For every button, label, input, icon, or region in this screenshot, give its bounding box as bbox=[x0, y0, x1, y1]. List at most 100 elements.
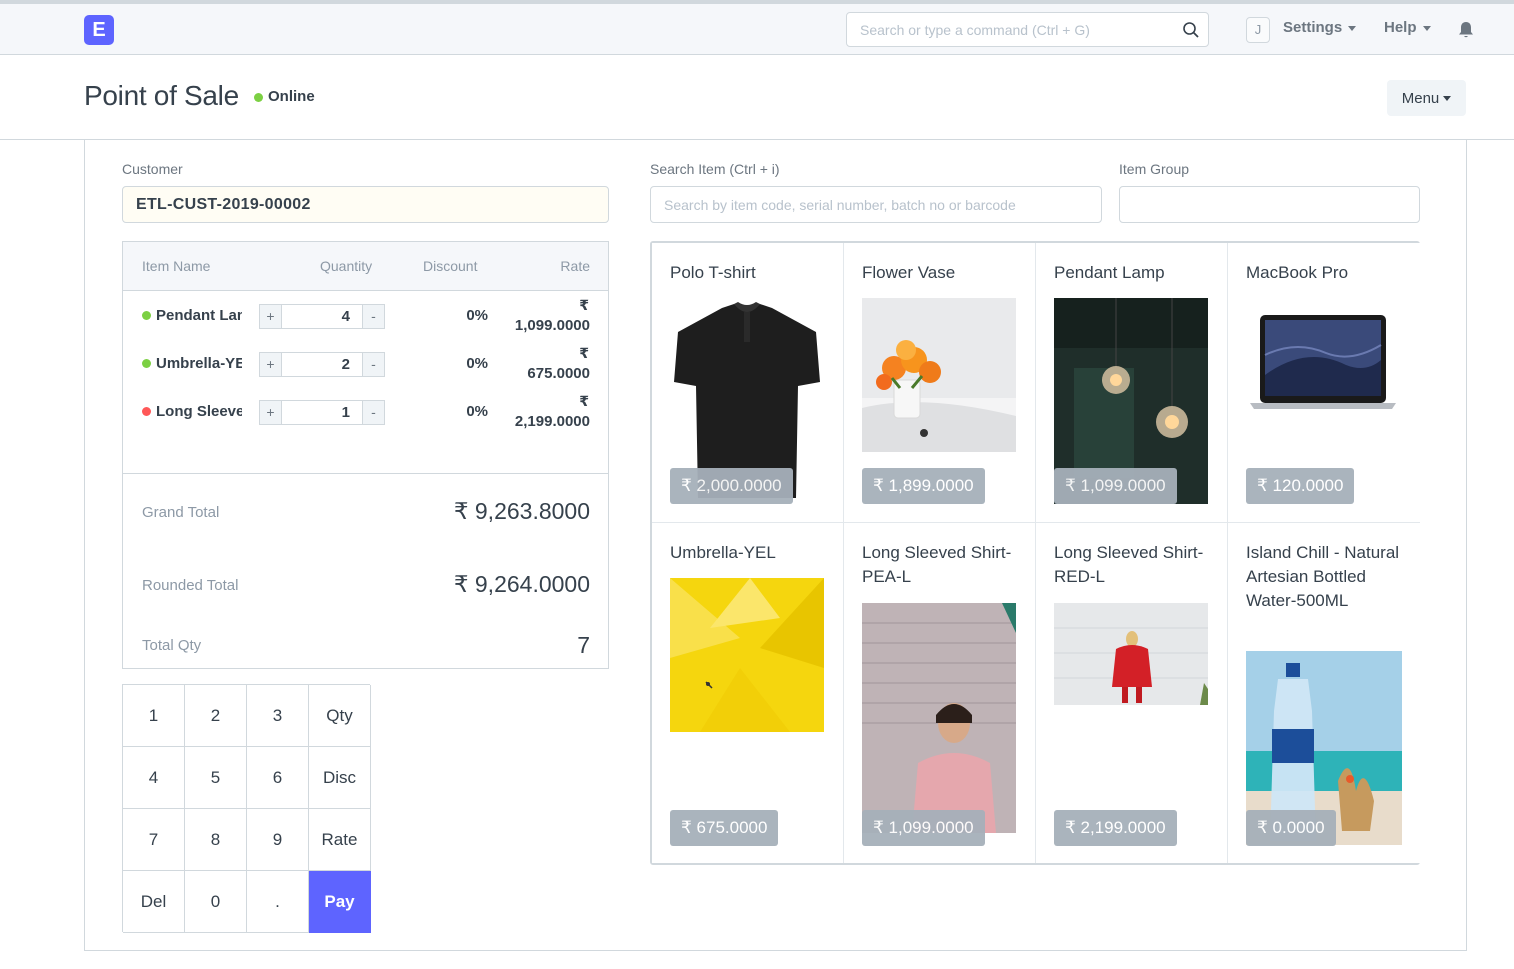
item-card[interactable]: Long Sleeved Shirt-RED-L ₹ 2,199.0000 bbox=[1036, 523, 1228, 863]
numpad-key-qty[interactable]: Qty bbox=[309, 685, 371, 747]
item-card[interactable]: Long Sleeved Shirt-PEA-L ₹ 1,099.0000 bbox=[844, 523, 1036, 863]
stock-status-dot bbox=[142, 311, 151, 320]
navbar: E J Settings Help bbox=[0, 0, 1514, 55]
cart-item-name: Umbrella-YEL bbox=[156, 355, 242, 372]
page-head: Point of Sale Online Menu bbox=[0, 55, 1514, 140]
cart-item-discount: 0% bbox=[466, 355, 488, 372]
cart-row[interactable]: Pendant Lamp + 4 - 0% ₹ 1,099.0000 bbox=[123, 292, 608, 340]
numpad-key-1[interactable]: 1 bbox=[123, 685, 185, 747]
currency-symbol: ₹ bbox=[579, 297, 589, 313]
settings-dropdown[interactable]: Settings bbox=[1283, 19, 1357, 36]
customer-field[interactable]: ETL-CUST-2019-00002 bbox=[122, 186, 609, 223]
macbook-pro-image bbox=[1250, 315, 1396, 409]
numpad-key-rate[interactable]: Rate bbox=[309, 809, 371, 871]
help-label: Help bbox=[1384, 19, 1417, 36]
item-price-badge: ₹ 1,099.0000 bbox=[1054, 468, 1177, 504]
cart: Item Name Quantity Discount Rate Pendant… bbox=[122, 241, 609, 669]
awesomebar-input[interactable] bbox=[847, 13, 1167, 46]
item-card[interactable]: Flower Vase ₹ 1,899.0000 bbox=[844, 243, 1036, 523]
numpad-key-5[interactable]: 5 bbox=[185, 747, 247, 809]
currency-symbol: ₹ bbox=[579, 345, 589, 361]
increment-button[interactable]: + bbox=[259, 304, 282, 329]
numpad-key-2[interactable]: 2 bbox=[185, 685, 247, 747]
rounded-total-label: Rounded Total bbox=[142, 577, 239, 594]
item-price-badge: ₹ 1,899.0000 bbox=[862, 468, 985, 504]
column-item-name: Item Name bbox=[142, 258, 211, 274]
item-name: Long Sleeved Shirt-PEA-L bbox=[862, 543, 1012, 586]
item-price-badge: ₹ 675.0000 bbox=[670, 810, 779, 846]
online-status-dot bbox=[254, 93, 263, 102]
stock-status-dot bbox=[142, 407, 151, 416]
numpad-key-6[interactable]: 6 bbox=[247, 747, 309, 809]
numpad: 1 2 3 Qty 4 5 6 Disc 7 8 9 Rate Del 0 . … bbox=[122, 684, 371, 933]
decrement-button[interactable]: - bbox=[362, 400, 385, 425]
item-price-badge: ₹ 2,199.0000 bbox=[1054, 810, 1177, 846]
user-avatar[interactable]: J bbox=[1246, 17, 1270, 43]
numpad-key-disc[interactable]: Disc bbox=[309, 747, 371, 809]
settings-label: Settings bbox=[1283, 19, 1343, 36]
page-title: Point of Sale bbox=[84, 80, 239, 111]
item-name: Pendant Lamp bbox=[1054, 263, 1165, 282]
numpad-key-8[interactable]: 8 bbox=[185, 809, 247, 871]
column-rate: Rate bbox=[560, 258, 590, 274]
cart-item-discount: 0% bbox=[466, 307, 488, 324]
customer-label: Customer bbox=[122, 161, 183, 177]
quantity-stepper: + 1 - bbox=[259, 400, 385, 425]
cart-row[interactable]: Umbrella-YEL + 2 - 0% ₹ 675.0000 bbox=[123, 340, 608, 388]
cart-row[interactable]: Long Sleeved Shirt-RED-L + 1 - 0% ₹ 2,19… bbox=[123, 388, 608, 436]
cart-item-rate: 675.0000 bbox=[527, 365, 590, 382]
grand-total-value: ₹ 9,263.8000 bbox=[453, 498, 590, 524]
grand-total-label: Grand Total bbox=[142, 504, 220, 521]
search-icon[interactable] bbox=[1182, 21, 1200, 39]
item-search-input[interactable] bbox=[650, 186, 1102, 223]
item-name: Umbrella-YEL bbox=[670, 543, 776, 562]
total-qty-label: Total Qty bbox=[142, 637, 202, 654]
item-card[interactable]: Island Chill - Natural Artesian Bottled … bbox=[1228, 523, 1420, 863]
item-card[interactable]: Pendant Lamp ₹ 1,099.0000 bbox=[1036, 243, 1228, 523]
numpad-key-3[interactable]: 3 bbox=[247, 685, 309, 747]
numpad-key-9[interactable]: 9 bbox=[247, 809, 309, 871]
quantity-stepper: + 4 - bbox=[259, 304, 385, 329]
column-discount: Discount bbox=[423, 258, 478, 274]
help-dropdown[interactable]: Help bbox=[1384, 19, 1431, 36]
numpad-key-7[interactable]: 7 bbox=[123, 809, 185, 871]
online-status: Online bbox=[268, 88, 315, 105]
menu-label: Menu bbox=[1401, 89, 1440, 107]
item-group-input[interactable] bbox=[1119, 186, 1420, 223]
numpad-key-4[interactable]: 4 bbox=[123, 747, 185, 809]
increment-button[interactable]: + bbox=[259, 400, 282, 425]
stock-status-dot bbox=[142, 359, 151, 368]
increment-button[interactable]: + bbox=[259, 352, 282, 377]
item-card[interactable]: Polo T-shirt ₹ 2,000.0000 bbox=[652, 243, 844, 523]
cart-item-discount: 0% bbox=[466, 403, 488, 420]
cart-totals: Grand Total ₹ 9,263.8000 Rounded Total ₹… bbox=[123, 473, 608, 668]
item-price-badge: ₹ 2,000.0000 bbox=[670, 468, 793, 504]
app-logo[interactable]: E bbox=[84, 15, 114, 45]
pay-button[interactable]: Pay bbox=[309, 871, 371, 933]
item-name: Island Chill - Natural Artesian Bottled … bbox=[1246, 543, 1400, 610]
caret-down-icon bbox=[1443, 96, 1452, 102]
item-card[interactable]: MacBook Pro ₹ 120.0000 bbox=[1228, 243, 1420, 523]
total-qty-value: 7 bbox=[577, 632, 590, 658]
item-name: MacBook Pro bbox=[1246, 263, 1349, 282]
item-name: Polo T-shirt bbox=[670, 263, 756, 282]
menu-button[interactable]: Menu bbox=[1387, 80, 1466, 116]
item-card[interactable]: Umbrella-YEL ₹ 675.0000 bbox=[652, 523, 844, 863]
quantity-input[interactable]: 2 bbox=[282, 352, 362, 377]
quantity-input[interactable]: 1 bbox=[282, 400, 362, 425]
flower-vase-image bbox=[862, 298, 1016, 452]
numpad-key-0[interactable]: 0 bbox=[185, 871, 247, 933]
numpad-key-del[interactable]: Del bbox=[123, 871, 185, 933]
column-quantity: Quantity bbox=[320, 258, 373, 274]
item-grid: Polo T-shirt ₹ 2,000.0000 Flower Vase ₹ … bbox=[650, 241, 1420, 865]
long-sleeved-shirt-red-image bbox=[1054, 603, 1208, 705]
decrement-button[interactable]: - bbox=[362, 352, 385, 377]
quantity-input[interactable]: 4 bbox=[282, 304, 362, 329]
quantity-stepper: + 2 - bbox=[259, 352, 385, 377]
cart-item-rate: 2,199.0000 bbox=[514, 413, 590, 430]
numpad-key-dot[interactable]: . bbox=[247, 871, 309, 933]
decrement-button[interactable]: - bbox=[362, 304, 385, 329]
notification-bell-icon[interactable] bbox=[1458, 21, 1474, 39]
caret-down-icon bbox=[1422, 25, 1431, 31]
awesomebar[interactable] bbox=[846, 12, 1209, 47]
